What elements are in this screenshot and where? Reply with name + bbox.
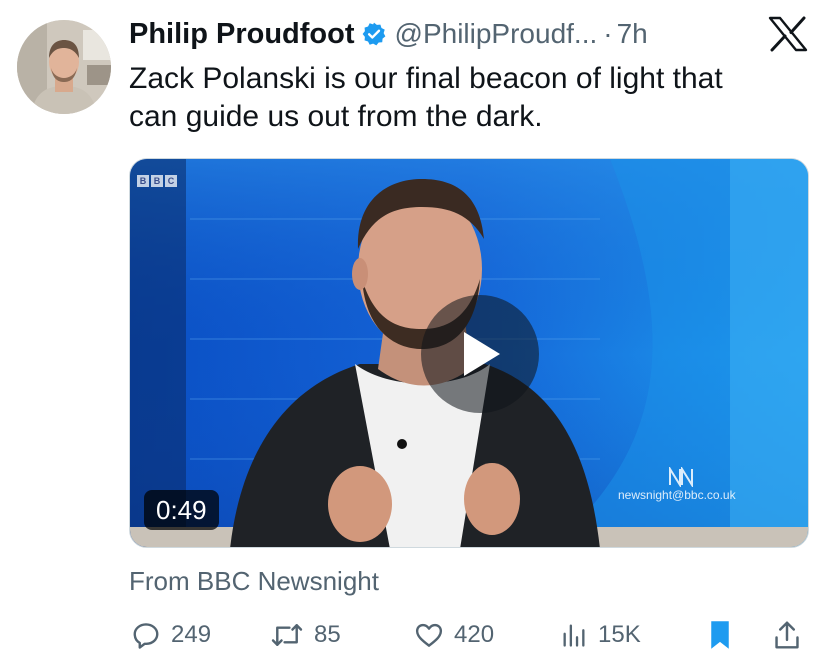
tweet-text: Zack Polanski is our final beacon of lig… xyxy=(129,62,723,133)
verified-badge-icon xyxy=(361,21,387,47)
bookmark-icon xyxy=(711,621,729,649)
avatar[interactable] xyxy=(17,20,111,114)
play-icon xyxy=(464,332,500,376)
author-name[interactable]: Philip Proudfoot xyxy=(129,18,355,51)
tweet-header: Philip Proudfoot @PhilipProudf... · 7h xyxy=(129,14,648,54)
x-logo-icon xyxy=(768,16,808,52)
tweet-timestamp[interactable]: 7h xyxy=(617,18,648,50)
retweet-icon xyxy=(271,624,303,646)
share-icon xyxy=(775,621,799,649)
video-duration: 0:49 xyxy=(144,490,219,530)
bbc-watermark: B B C xyxy=(137,175,177,187)
heart-icon xyxy=(415,623,443,647)
video-player[interactable]: B B C newsnight@bbc.co.uk 0:49 xyxy=(129,158,809,548)
bbc-letter: B xyxy=(151,175,163,187)
views-button[interactable]: 15K xyxy=(560,614,641,656)
reply-icon xyxy=(133,623,159,649)
bbc-letter: B xyxy=(137,175,149,187)
like-count: 420 xyxy=(454,621,495,648)
views-chart-icon xyxy=(563,624,585,647)
view-count: 15K xyxy=(598,621,641,648)
video-source[interactable]: From BBC Newsnight xyxy=(129,566,379,597)
header-separator: · xyxy=(603,18,613,49)
share-button[interactable] xyxy=(772,614,802,656)
studio-email: newsnight@bbc.co.uk xyxy=(618,488,736,502)
retweet-button[interactable]: 85 xyxy=(270,614,341,656)
play-button[interactable] xyxy=(421,295,539,413)
action-bar: 249 85 420 15K xyxy=(0,614,828,656)
newsnight-logo-icon xyxy=(666,467,696,487)
like-button[interactable]: 420 xyxy=(414,614,494,656)
reply-count: 249 xyxy=(171,621,212,648)
author-handle[interactable]: @PhilipProudf... xyxy=(395,18,598,50)
reply-button[interactable]: 249 xyxy=(131,614,211,656)
tweet-card: Philip Proudfoot @PhilipProudf... · 7h Z… xyxy=(0,0,828,661)
bbc-letter: C xyxy=(165,175,177,187)
bookmark-button[interactable] xyxy=(705,614,735,656)
retweet-count: 85 xyxy=(314,621,341,648)
